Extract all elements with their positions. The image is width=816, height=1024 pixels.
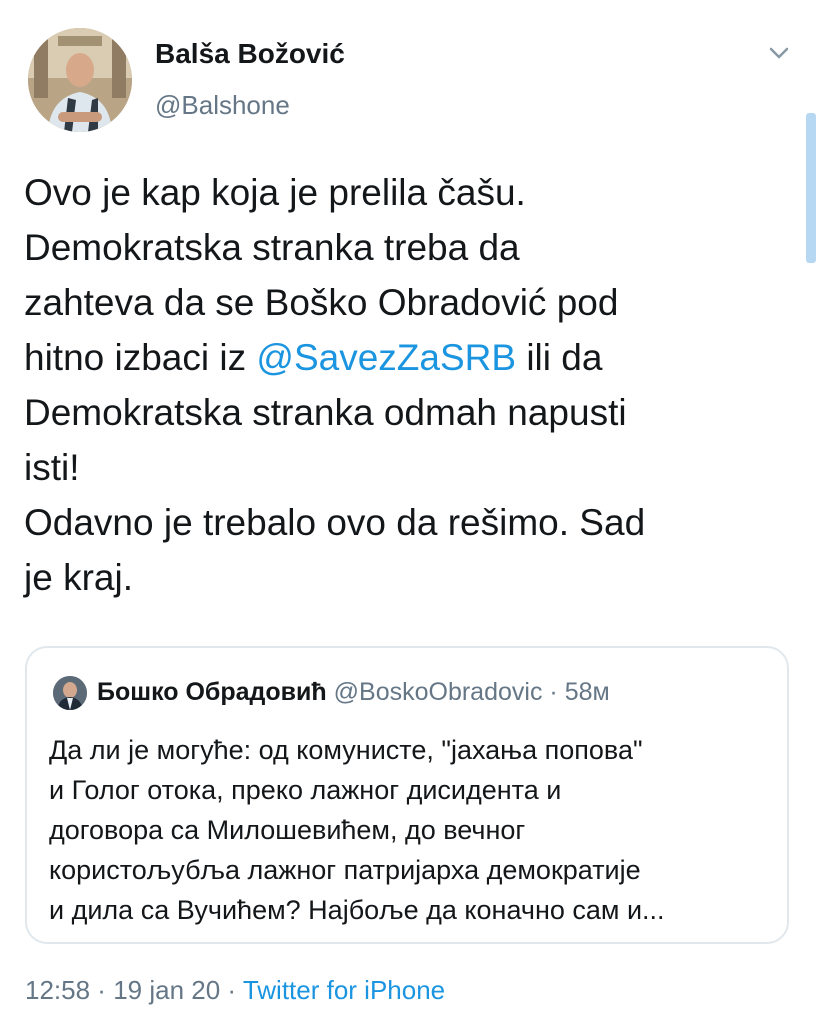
quoted-avatar-photo: [53, 676, 87, 710]
tweet-line: hitno izbaci iz @SavezZaSRB ili da: [24, 330, 794, 385]
scrollbar[interactable]: [806, 113, 816, 263]
chevron-down-icon[interactable]: [768, 44, 790, 62]
quoted-tweet-time: 58м: [564, 678, 610, 706]
avatar-photo: [28, 28, 132, 132]
tweet-line: isti!: [24, 447, 80, 488]
mention-link[interactable]: @SavezZaSRB: [256, 337, 516, 378]
tweet-time: 12:58: [25, 975, 91, 1005]
quoted-line: користољубља лажног патријарха демократи…: [49, 855, 641, 885]
tweet-date: 19 jan 20: [113, 975, 221, 1005]
tweet-line-segment: ili da: [516, 337, 603, 378]
quoted-author-avatar[interactable]: [53, 676, 87, 710]
author-avatar[interactable]: [28, 28, 132, 132]
tweet-line: je kraj.: [24, 557, 133, 598]
tweet-line: Demokratska stranka treba da: [24, 227, 520, 268]
separator-dot: ·: [549, 678, 558, 706]
tweet-source-link[interactable]: Twitter for iPhone: [243, 975, 445, 1005]
quoted-author-name[interactable]: Бошко Обрадовић: [97, 678, 327, 706]
author-handle[interactable]: @Balshone: [155, 90, 290, 121]
quoted-author-handle[interactable]: @BoskoObradovic: [334, 678, 543, 706]
tweet-line: Ovo je kap koja je prelila čašu.: [24, 172, 526, 213]
tweet-line-segment: hitno izbaci iz: [24, 337, 257, 378]
quoted-line: Да ли је могуће: од комунисте, "јахања п…: [49, 735, 643, 765]
tweet-metadata: 12:58 · 19 jan 20 · Twitter for iPhone: [25, 975, 445, 1006]
tweet-line: Odavno je trebalo ovo da rešimo. Sad: [24, 502, 646, 543]
tweet-line: zahteva da se Boško Obradović pod: [24, 282, 619, 323]
quoted-line: и Голог отока, преко лажног дисидента и: [49, 775, 562, 805]
author-name[interactable]: Balša Božović: [155, 38, 345, 70]
tweet-line: Demokratska stranka odmah napusti: [24, 392, 627, 433]
quoted-tweet-card[interactable]: Бошко Обрадовић @BoskoObradovic · 58м Да…: [25, 646, 789, 944]
quoted-tweet-text: Да ли је могуће: од комунисте, "јахања п…: [49, 730, 784, 930]
separator-dot: ·: [90, 975, 114, 1005]
quoted-line: и дила са Вучићем? Најбоље да коначно са…: [49, 895, 665, 925]
quoted-line: договора са Милошевићем, до вечног: [49, 815, 526, 845]
tweet-text: Ovo je kap koja je prelila čašu. Demokra…: [24, 165, 794, 605]
separator-dot: ·: [220, 975, 243, 1005]
quoted-tweet-header: Бошко Обрадовић @BoskoObradovic · 58м: [97, 678, 610, 707]
